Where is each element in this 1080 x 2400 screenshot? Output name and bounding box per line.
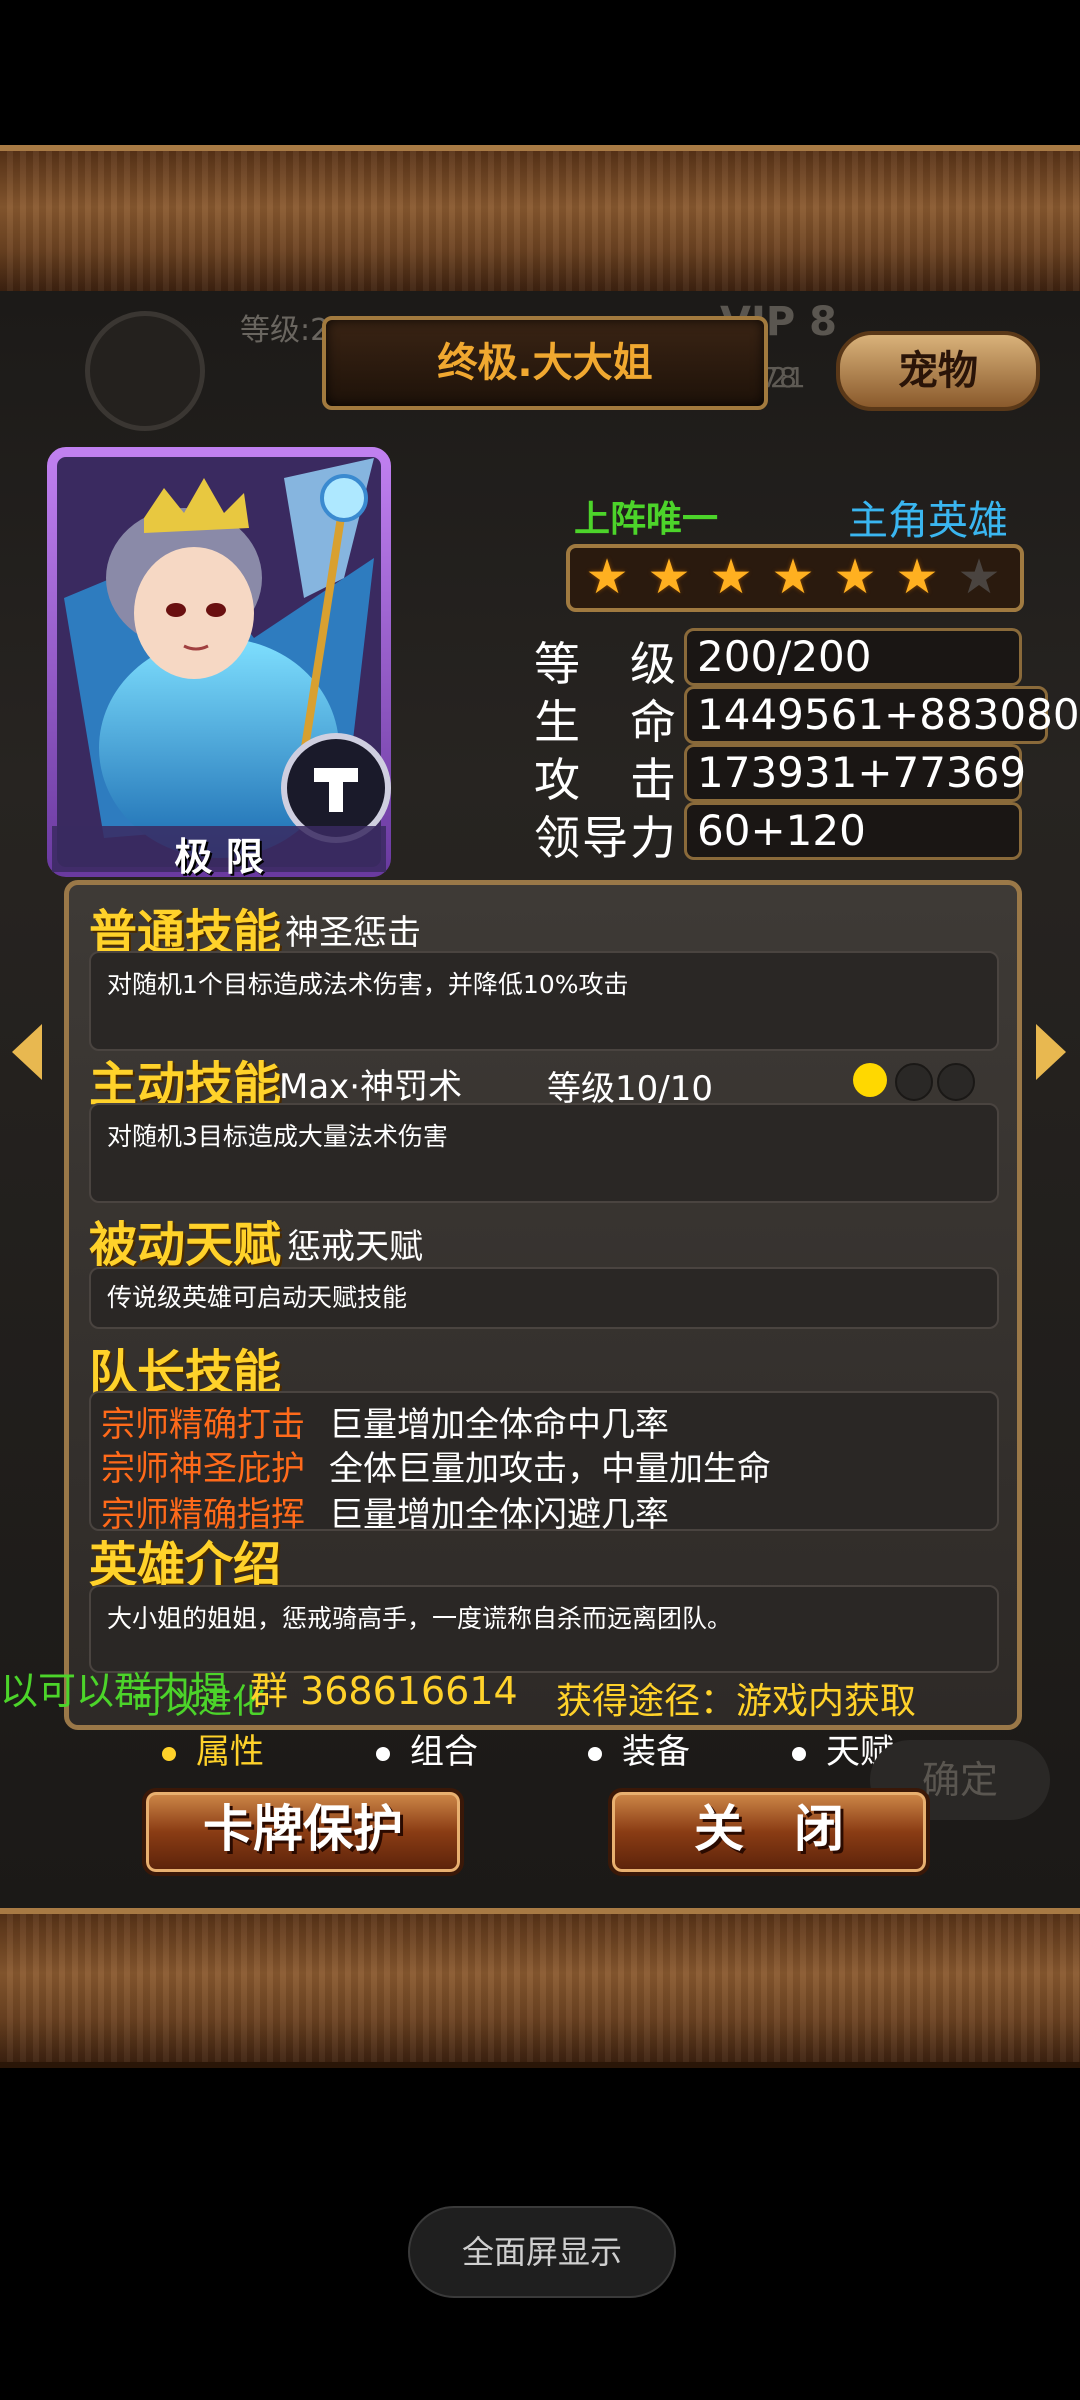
pet-button[interactable]: 宠物	[836, 331, 1040, 411]
star-filled-icon: ★	[895, 549, 939, 605]
status-area	[0, 0, 1080, 145]
skill-dot-empty	[895, 1063, 933, 1101]
captain-skill-item: 宗师精确打击 巨量增加全体命中几率	[101, 1397, 987, 1445]
tab-combo[interactable]: 组合	[376, 1724, 478, 1773]
info-tabs: 属性 组合 装备 天赋	[162, 1724, 962, 1774]
card-rank: 极 限	[174, 835, 264, 879]
star-rating: ★ ★ ★ ★ ★ ★ ★	[566, 544, 1024, 612]
stat-atk-label: 攻 击	[534, 753, 678, 807]
source-text: 获得途径：游戏内获取	[556, 1681, 917, 1722]
stat-atk-value: 173931+77369	[684, 744, 1026, 802]
tab-equipment[interactable]: 装备	[588, 1724, 690, 1773]
tag-main-hero: 主角英雄	[848, 498, 1008, 544]
captain-skill-name: 宗师精确打击	[101, 1405, 305, 1445]
captain-skill-item: 宗师神圣庇护 全体巨量加攻击，中量加生命	[101, 1441, 987, 1489]
fullscreen-display-button[interactable]: 全面屏显示	[408, 2206, 676, 2298]
passive-talent-desc: 传说级英雄可启动天赋技能	[89, 1267, 999, 1329]
captain-skill-desc: 巨量增加全体命中几率	[328, 1405, 669, 1445]
stat-lead-label: 领导力	[534, 811, 678, 865]
hero-title: 终极.大大姐	[437, 340, 653, 386]
stat-level-value: 200/200	[684, 628, 1022, 686]
stat-level-label: 等 级	[534, 637, 678, 691]
close-button[interactable]: 关 闭	[608, 1788, 930, 1876]
captain-skill-desc: 巨量增加全体闪避几率	[328, 1495, 669, 1535]
hero-portrait	[47, 447, 391, 877]
tag-unique: 上阵唯一	[574, 499, 719, 540]
star-filled-icon: ★	[585, 549, 629, 605]
star-empty-icon: ★	[957, 549, 1001, 605]
card-protect-button[interactable]: 卡牌保护	[142, 1788, 464, 1876]
normal-skill-desc: 对随机1个目标造成法术伤害，并降低10%攻击	[89, 951, 999, 1051]
bg-avatar	[85, 311, 205, 431]
star-filled-icon: ★	[709, 549, 753, 605]
active-skill-desc: 对随机3目标造成大量法术伤害	[89, 1103, 999, 1203]
top-wood-frame	[0, 145, 1080, 297]
captain-skill-list: 宗师精确打击 巨量增加全体命中几率 宗师神圣庇护 全体巨量加攻击，中量加生命 宗…	[89, 1391, 999, 1535]
bottom-wood-frame	[0, 1908, 1080, 2068]
passive-talent-name: 惩戒天赋	[287, 1227, 423, 1267]
normal-skill-name: 神圣惩击	[285, 913, 421, 953]
captain-skill-name: 宗师神圣庇护	[101, 1449, 305, 1489]
group-number-text: 群 368616614	[250, 1669, 518, 1713]
skills-panel: 普通技能 神圣惩击 对随机1个目标造成法术伤害，并降低10%攻击 主动技能 Ma…	[64, 880, 1022, 1730]
next-hero-arrow-icon[interactable]	[1036, 1024, 1066, 1080]
skill-dot-active	[853, 1063, 887, 1097]
bg-num3: 21	[770, 361, 806, 394]
stat-hp-label: 生 命	[534, 695, 678, 749]
hero-card[interactable]: 极 限	[44, 438, 394, 879]
passive-talent-title: 被动天赋	[89, 1217, 282, 1273]
star-filled-icon: ★	[833, 549, 877, 605]
evolve-text: 可以进化	[130, 1682, 266, 1722]
star-filled-icon: ★	[771, 549, 815, 605]
active-skill-name: Max·神罚术	[279, 1067, 463, 1107]
stat-lead-value: 60+120	[684, 802, 1022, 860]
captain-skill-desc: 全体巨量加攻击，中量加生命	[328, 1449, 771, 1489]
skill-dot-empty	[937, 1063, 975, 1101]
hero-title-plate: 终极.大大姐	[322, 316, 768, 410]
star-filled-icon: ★	[647, 549, 691, 605]
prev-hero-arrow-icon[interactable]	[12, 1024, 42, 1080]
stat-hp-value: 1449561+883080	[684, 686, 1080, 744]
tab-attributes[interactable]: 属性	[162, 1724, 264, 1773]
